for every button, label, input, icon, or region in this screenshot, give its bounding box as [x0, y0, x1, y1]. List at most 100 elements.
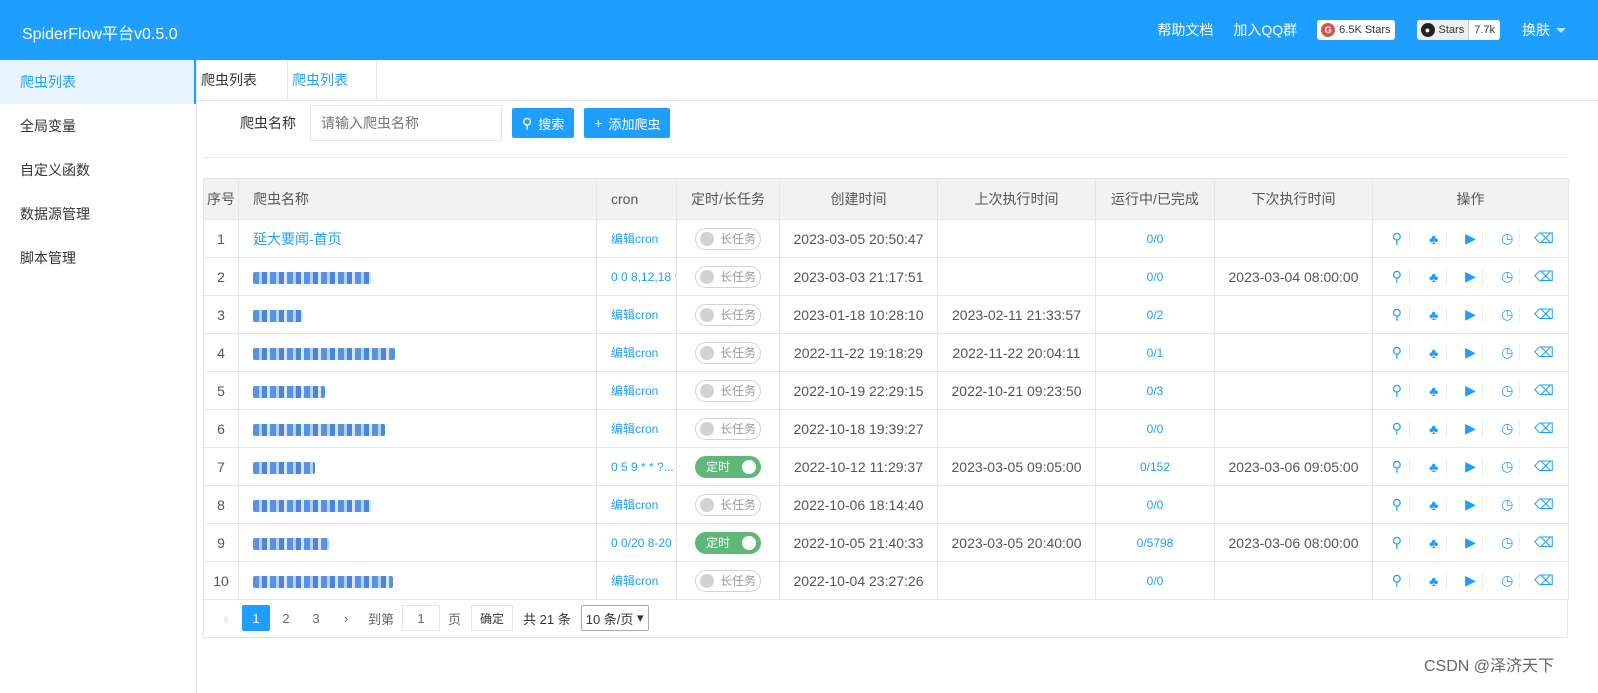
running-count-link[interactable]: 0/0: [1147, 270, 1164, 284]
spider-name-link[interactable]: 延大要闻-首页: [253, 231, 342, 247]
edit-cron-link[interactable]: 编辑cron: [611, 574, 658, 588]
trash-icon[interactable]: ⌫: [1532, 230, 1556, 247]
play-icon[interactable]: ▶: [1458, 268, 1484, 285]
search-button[interactable]: ⚲ 搜索: [512, 108, 575, 138]
bell-icon[interactable]: ♣: [1422, 268, 1447, 285]
github-stars-badge[interactable]: ● Stars 7.7k: [1416, 20, 1500, 40]
trash-icon[interactable]: ⌫: [1532, 534, 1556, 551]
running-count-link[interactable]: 0/2: [1147, 308, 1164, 322]
running-count-link[interactable]: 0/1: [1147, 346, 1164, 360]
spider-name-blurred[interactable]: [253, 309, 303, 322]
view-icon[interactable]: ⚲: [1385, 572, 1410, 589]
trash-icon[interactable]: ⌫: [1532, 344, 1556, 361]
running-count-link[interactable]: 0/0: [1147, 498, 1164, 512]
running-count-link[interactable]: 0/152: [1140, 460, 1170, 474]
spider-name-blurred[interactable]: [253, 385, 325, 398]
mode-toggle[interactable]: 长任务: [695, 227, 761, 250]
clock-icon[interactable]: ◷: [1495, 268, 1521, 285]
play-icon[interactable]: ▶: [1458, 382, 1484, 399]
view-icon[interactable]: ⚲: [1385, 382, 1410, 399]
running-count-link[interactable]: 0/5798: [1137, 536, 1174, 550]
mode-toggle[interactable]: 长任务: [695, 303, 761, 326]
play-icon[interactable]: ▶: [1458, 572, 1484, 589]
play-icon[interactable]: ▶: [1458, 458, 1484, 475]
add-spider-button[interactable]: + 添加爬虫: [584, 108, 671, 138]
help-docs-link[interactable]: 帮助文档: [1157, 20, 1213, 40]
trash-icon[interactable]: ⌫: [1532, 306, 1556, 323]
spider-name-input[interactable]: [310, 105, 502, 141]
trash-icon[interactable]: ⌫: [1532, 572, 1556, 589]
sidebar-item-datasource[interactable]: 数据源管理: [0, 192, 196, 236]
spider-name-blurred[interactable]: [253, 537, 329, 550]
mode-toggle[interactable]: 长任务: [695, 379, 761, 402]
bell-icon[interactable]: ♣: [1422, 458, 1447, 475]
spider-name-blurred[interactable]: [253, 271, 371, 284]
clock-icon[interactable]: ◷: [1495, 534, 1521, 551]
play-icon[interactable]: ▶: [1458, 306, 1484, 323]
edit-cron-link[interactable]: 编辑cron: [611, 384, 658, 398]
tab-spider-list[interactable]: 爬虫列表: [288, 60, 377, 100]
clock-icon[interactable]: ◷: [1495, 572, 1521, 589]
bell-icon[interactable]: ♣: [1422, 344, 1447, 361]
bell-icon[interactable]: ♣: [1422, 306, 1447, 323]
spider-name-blurred[interactable]: [253, 575, 393, 588]
bell-icon[interactable]: ♣: [1422, 420, 1447, 437]
next-page-icon[interactable]: ›: [332, 605, 360, 631]
bell-icon[interactable]: ♣: [1422, 496, 1447, 513]
edit-cron-link[interactable]: 编辑cron: [611, 232, 658, 246]
gitee-stars-badge[interactable]: G 6.5K Stars: [1317, 20, 1395, 40]
clock-icon[interactable]: ◷: [1495, 458, 1521, 475]
trash-icon[interactable]: ⌫: [1532, 268, 1556, 285]
spider-name-blurred[interactable]: [253, 347, 395, 360]
spider-name-blurred[interactable]: [253, 461, 315, 474]
bell-icon[interactable]: ♣: [1422, 230, 1447, 247]
mode-toggle[interactable]: 长任务: [695, 493, 761, 516]
confirm-button[interactable]: 确定: [471, 605, 514, 631]
running-count-link[interactable]: 0/0: [1147, 232, 1164, 246]
running-count-link[interactable]: 0/0: [1147, 422, 1164, 436]
mode-toggle[interactable]: 长任务: [695, 417, 761, 440]
join-qq-link[interactable]: 加入QQ群: [1233, 20, 1297, 40]
play-icon[interactable]: ▶: [1458, 534, 1484, 551]
view-icon[interactable]: ⚲: [1385, 534, 1410, 551]
play-icon[interactable]: ▶: [1458, 420, 1484, 437]
running-count-link[interactable]: 0/3: [1147, 384, 1164, 398]
mode-toggle[interactable]: 长任务: [695, 265, 761, 288]
mode-toggle[interactable]: 长任务: [695, 569, 761, 592]
trash-icon[interactable]: ⌫: [1532, 458, 1556, 475]
clock-icon[interactable]: ◷: [1495, 382, 1521, 399]
clock-icon[interactable]: ◷: [1495, 306, 1521, 323]
page-2[interactable]: 2: [272, 605, 300, 631]
page-size-select[interactable]: 10 条/页 ▾: [580, 605, 649, 631]
view-icon[interactable]: ⚲: [1385, 268, 1410, 285]
mode-toggle[interactable]: 定时: [695, 531, 761, 554]
play-icon[interactable]: ▶: [1458, 496, 1484, 513]
clock-icon[interactable]: ◷: [1495, 496, 1521, 513]
edit-cron-link[interactable]: 编辑cron: [611, 308, 658, 322]
trash-icon[interactable]: ⌫: [1532, 496, 1556, 513]
edit-cron-link[interactable]: 0 0/20 8-20 *: [611, 536, 676, 550]
bell-icon[interactable]: ♣: [1422, 572, 1447, 589]
view-icon[interactable]: ⚲: [1385, 230, 1410, 247]
running-count-link[interactable]: 0/0: [1147, 574, 1164, 588]
bell-icon[interactable]: ♣: [1422, 534, 1447, 551]
trash-icon[interactable]: ⌫: [1532, 382, 1556, 399]
view-icon[interactable]: ⚲: [1385, 344, 1410, 361]
view-icon[interactable]: ⚲: [1385, 306, 1410, 323]
edit-cron-link[interactable]: 编辑cron: [611, 422, 658, 436]
mode-toggle[interactable]: 长任务: [695, 341, 761, 364]
page-1[interactable]: 1: [242, 605, 270, 631]
sidebar-item-functions[interactable]: 自定义函数: [0, 148, 196, 192]
clock-icon[interactable]: ◷: [1495, 420, 1521, 437]
sidebar-item-scripts[interactable]: 脚本管理: [0, 236, 196, 280]
edit-cron-link[interactable]: 编辑cron: [611, 498, 658, 512]
mode-toggle[interactable]: 定时: [695, 455, 761, 478]
view-icon[interactable]: ⚲: [1385, 420, 1410, 437]
spider-name-blurred[interactable]: [253, 499, 371, 512]
play-icon[interactable]: ▶: [1458, 344, 1484, 361]
edit-cron-link[interactable]: 编辑cron: [611, 346, 658, 360]
view-icon[interactable]: ⚲: [1385, 496, 1410, 513]
prev-page-icon[interactable]: ‹: [212, 605, 240, 631]
edit-cron-link[interactable]: 0 0 8,12,18 *: [611, 270, 676, 284]
tab-spider-list-home[interactable]: 爬虫列表: [197, 60, 288, 100]
